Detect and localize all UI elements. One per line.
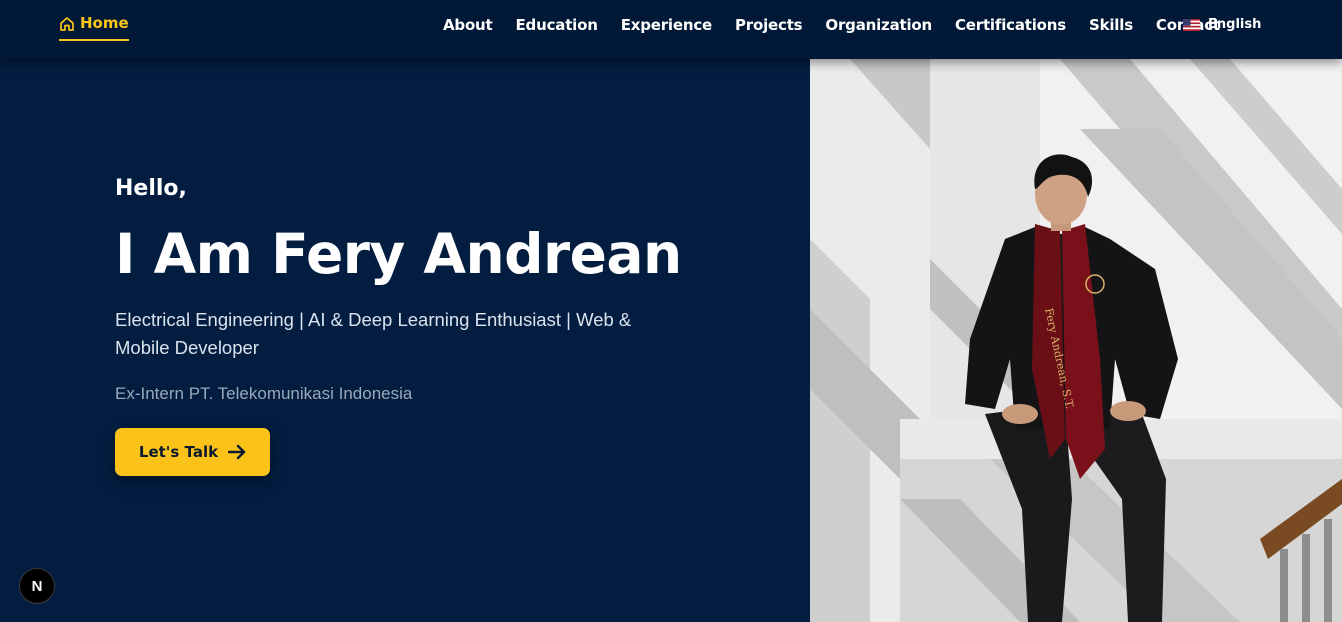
- nav-link-certifications[interactable]: Certifications: [955, 16, 1066, 34]
- language-label: English: [1208, 17, 1262, 32]
- navbar: Home About Education Experience Projects…: [0, 0, 1342, 59]
- hero-subtitle: Electrical Engineering | AI & Deep Learn…: [115, 309, 632, 358]
- nav-link-organization[interactable]: Organization: [825, 16, 932, 34]
- language-selector[interactable]: English: [1183, 17, 1261, 32]
- profile-photo: Fery Andrean, S.T.: [810, 59, 1342, 622]
- hero-greeting: Hello,: [115, 176, 187, 201]
- nav-link-about[interactable]: About: [443, 16, 493, 34]
- nav-link-projects[interactable]: Projects: [735, 16, 803, 34]
- nav-link-experience[interactable]: Experience: [621, 16, 712, 34]
- us-flag-icon: [1183, 18, 1200, 31]
- hero-experience: Ex-Intern PT. Telekomunikasi Indonesia: [115, 384, 413, 403]
- nav-links: About Education Experience Projects Orga…: [443, 16, 1243, 34]
- nextjs-badge-icon[interactable]: N: [19, 568, 55, 604]
- profile-photo-illustration: Fery Andrean, S.T.: [810, 59, 1342, 622]
- home-icon: [60, 17, 74, 31]
- arrow-right-icon: [228, 444, 246, 460]
- nav-home-label: Home: [80, 14, 129, 32]
- nav-link-education[interactable]: Education: [516, 16, 598, 34]
- nav-link-skills[interactable]: Skills: [1089, 16, 1133, 34]
- lets-talk-label: Let's Talk: [138, 443, 219, 461]
- nav-home-link[interactable]: Home: [59, 14, 129, 41]
- nextjs-badge-label: N: [31, 577, 43, 595]
- hero-name: I Am Fery Andrean: [115, 222, 682, 286]
- lets-talk-button[interactable]: Let's Talk: [115, 428, 270, 476]
